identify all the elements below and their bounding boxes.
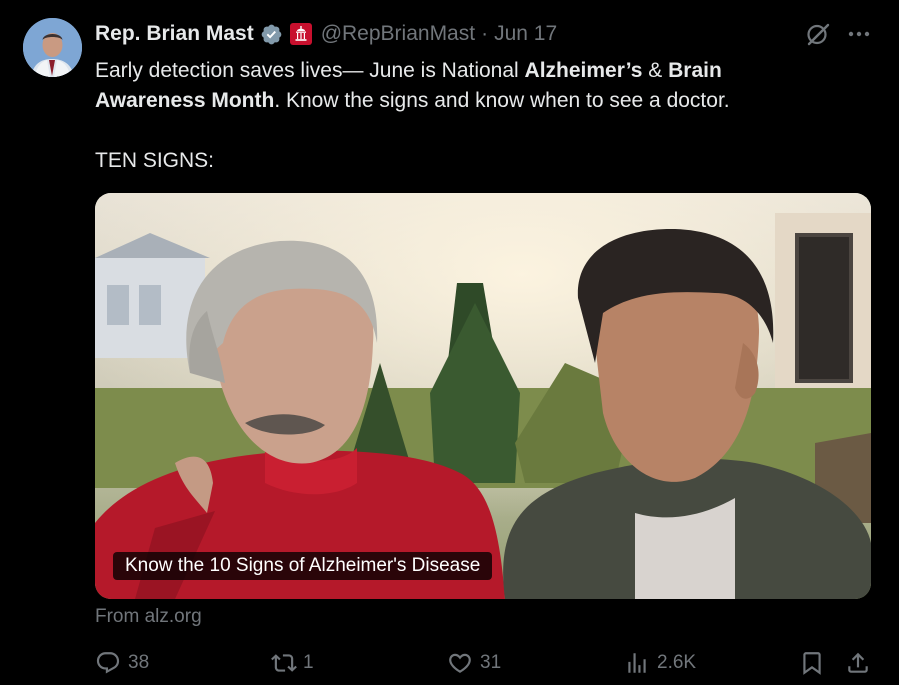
post-line-1: Early detection saves lives— June is Nat…	[95, 56, 815, 86]
like-count: 31	[480, 652, 502, 673]
post-line-ten-signs: TEN SIGNS:	[95, 149, 215, 172]
reply-button[interactable]: 38	[95, 648, 149, 678]
card-source[interactable]: From alz.org	[95, 606, 202, 628]
post-text-segment: &	[642, 59, 669, 82]
card-image	[95, 193, 871, 599]
post-text-bold-awareness: Awareness Month	[95, 89, 275, 112]
repost-icon	[271, 654, 297, 672]
heart-icon	[449, 653, 471, 673]
repost-button[interactable]: 1	[270, 648, 314, 678]
post-text-segment: Early detection saves lives— June is Nat…	[95, 59, 525, 82]
link-card[interactable]: Know the 10 Signs of Alzheimer's Disease	[95, 193, 871, 599]
share-button[interactable]	[845, 648, 871, 678]
post-date[interactable]: Jun 17	[494, 22, 557, 46]
government-label-icon[interactable]	[289, 23, 312, 45]
grok-icon[interactable]	[805, 21, 831, 47]
avatar[interactable]	[23, 18, 82, 77]
post-text: Early detection saves lives— June is Nat…	[95, 56, 815, 176]
views-count: 2.6K	[657, 652, 697, 673]
bookmark-icon	[803, 652, 821, 675]
bookmark-button[interactable]	[799, 648, 825, 678]
more-icon[interactable]	[846, 21, 872, 47]
post-text-bold-brain: Brain	[668, 59, 722, 82]
card-caption: Know the 10 Signs of Alzheimer's Disease	[113, 552, 493, 580]
analytics-icon	[628, 653, 646, 673]
repost-count: 1	[303, 652, 314, 673]
reply-count: 38	[128, 652, 150, 673]
share-icon	[848, 652, 868, 673]
author-handle[interactable]: @RepBrianMast	[321, 22, 475, 46]
reply-icon	[96, 652, 120, 674]
verified-badge-icon[interactable]	[260, 23, 283, 46]
views-button[interactable]: 2.6K	[624, 648, 696, 678]
post-text-bold-alzheimers: Alzheimer’s	[524, 59, 643, 82]
tweet-header: Rep. Brian Mast @RepBrianMast · Jun 17	[95, 20, 899, 48]
post-text-segment: . Know the signs and know when to see a …	[274, 89, 730, 112]
separator-dot: ·	[481, 22, 489, 45]
author-name[interactable]: Rep. Brian Mast	[95, 22, 254, 46]
post-line-2: Awareness Month. Know the signs and know…	[95, 86, 815, 116]
tweet[interactable]: Rep. Brian Mast @RepBrianMast · Jun 17 E…	[0, 0, 899, 685]
like-button[interactable]: 31	[447, 648, 501, 678]
